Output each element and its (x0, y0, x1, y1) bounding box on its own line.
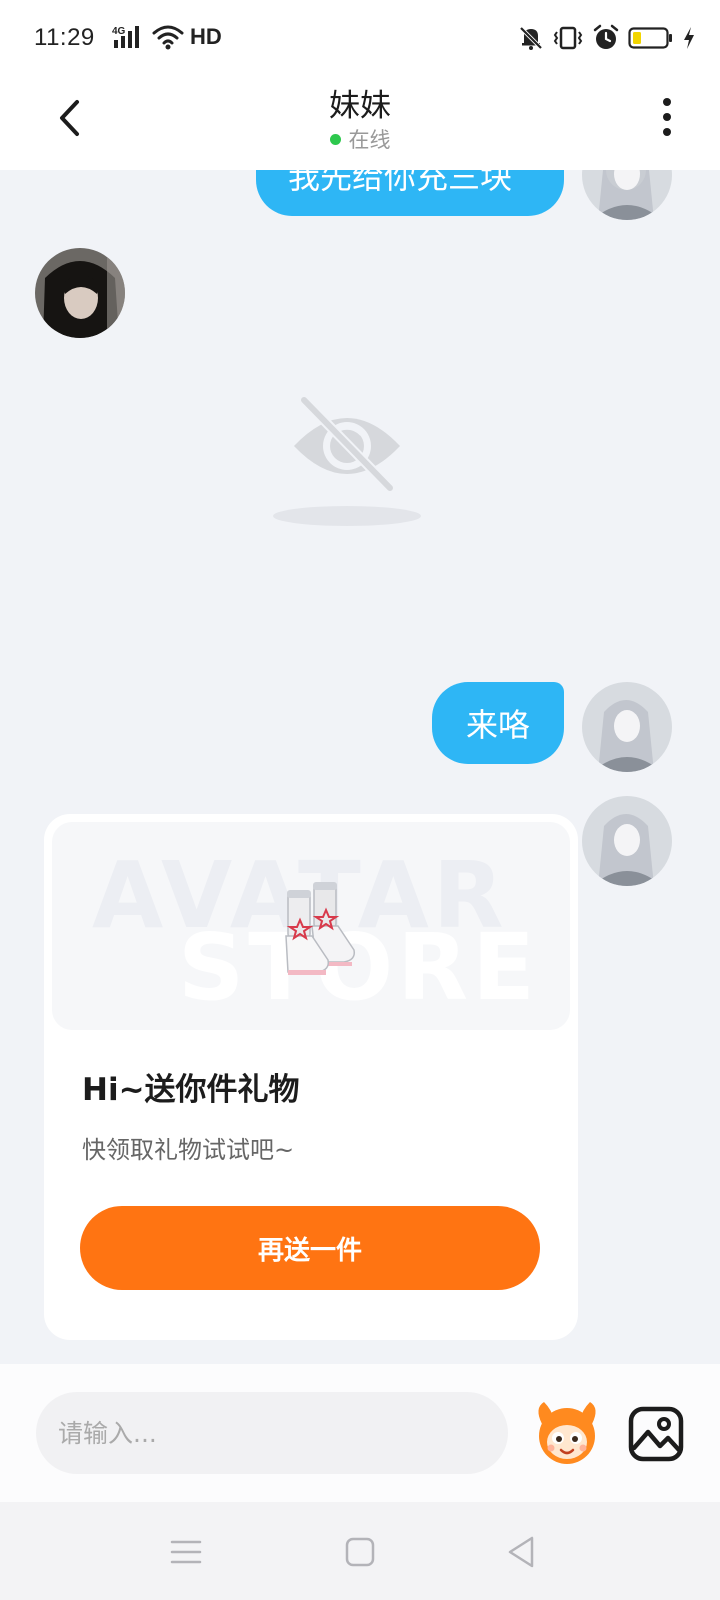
gift-image: AVATAR STORE (52, 822, 570, 1030)
message-input[interactable] (36, 1392, 508, 1474)
battery-icon (628, 27, 672, 49)
avatar-image (582, 796, 672, 886)
more-dot-icon (663, 113, 671, 121)
online-dot (329, 133, 341, 145)
mascot-emoji-icon (538, 1402, 596, 1464)
vibrate-icon (553, 26, 583, 50)
hidden-image-icon (273, 395, 421, 526)
status-bar: 11:29 4G HD (0, 0, 720, 76)
back-triangle-icon (508, 1536, 534, 1568)
my-avatar[interactable] (582, 170, 672, 220)
signal-icon: 4G (112, 26, 139, 48)
online-status: 在线 (0, 124, 720, 154)
wifi-icon (152, 25, 184, 50)
system-nav-bar (0, 1502, 720, 1600)
avatar-image (582, 682, 672, 772)
chat-header: 妹妹 在线 (0, 76, 720, 170)
more-options-button[interactable] (652, 92, 682, 142)
send-another-gift-button[interactable]: 再送一件 (80, 1206, 540, 1290)
message-bubble-outgoing[interactable]: 我先给你充三块 (256, 170, 564, 216)
nav-menu-button[interactable] (166, 1532, 206, 1572)
avatar-image (582, 170, 672, 220)
message-bubble-outgoing[interactable]: 来咯 (432, 682, 564, 764)
message-text: 我先给你充三块 (288, 170, 513, 196)
image-unavailable-placeholder[interactable] (262, 382, 432, 532)
boots-icon (285, 882, 356, 975)
image-icon (628, 1406, 684, 1462)
chat-messages[interactable]: 我先给你充三块 来咯 STORE Hi~送你件礼物 快领取礼物试试吧~ 再送一件 (0, 170, 720, 1364)
contact-name: 妹妹 (329, 88, 391, 124)
more-dot-icon (663, 98, 671, 106)
home-icon (345, 1537, 375, 1567)
status-time: 11:29 (34, 24, 95, 51)
hd-indicator: HD (190, 24, 222, 49)
my-avatar[interactable] (582, 682, 672, 772)
contact-avatar[interactable] (35, 248, 125, 338)
nav-home-button[interactable] (340, 1532, 380, 1572)
nav-back-button[interactable] (502, 1532, 542, 1572)
gift-card[interactable]: AVATAR STORE Hi~送你件礼物 快领取礼物试试吧~ 再送一件 (44, 814, 578, 1340)
watermark-store: STORE (178, 914, 539, 1021)
online-status-label: 在线 (348, 128, 391, 152)
message-text: 来咯 (465, 706, 530, 744)
gift-subtitle: 快领取礼物试试吧~ (82, 1136, 295, 1164)
gift-title: Hi~送你件礼物 (82, 1072, 300, 1108)
avatar-image (35, 248, 125, 338)
image-button[interactable] (626, 1404, 686, 1464)
emoji-button[interactable] (532, 1400, 602, 1466)
my-avatar[interactable] (582, 796, 672, 886)
mute-icon (519, 26, 543, 50)
charging-icon (684, 27, 694, 49)
menu-icon (170, 1540, 202, 1564)
svg-text:4G: 4G (112, 26, 126, 37)
more-dot-icon (663, 128, 671, 136)
alarm-icon (593, 24, 619, 49)
message-composer (0, 1364, 720, 1502)
